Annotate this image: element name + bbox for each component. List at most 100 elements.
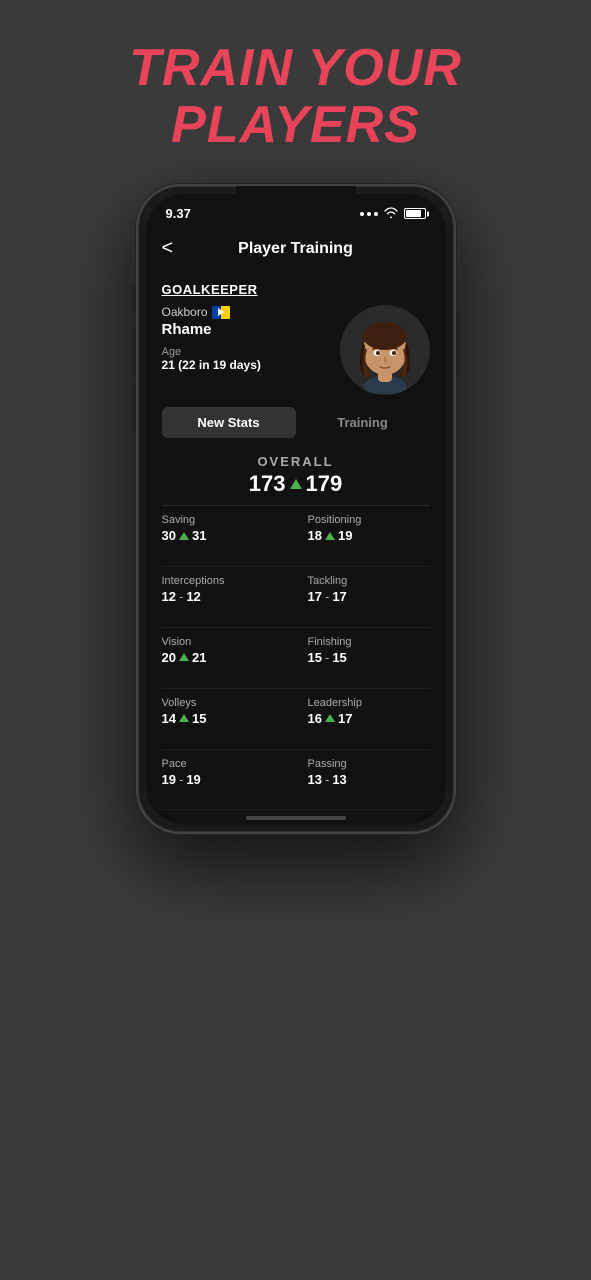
tab-new-stats[interactable]: New Stats: [162, 407, 296, 438]
status-icons: [360, 207, 426, 221]
headline: TRAIN YOUR PLAYERS: [129, 40, 462, 154]
signal-icon: [360, 212, 378, 216]
stat-up-arrow: [179, 532, 189, 540]
stat-values: 17 - 17: [308, 589, 422, 604]
notch: [236, 186, 356, 214]
stat-name: Interceptions: [162, 575, 288, 587]
home-bar: [246, 816, 346, 820]
stat-old: 19: [162, 772, 176, 787]
stat-values: 14 15: [162, 711, 288, 726]
phone-screen: 9.37: [146, 194, 446, 824]
stat-item: Passing 13 - 13: [296, 750, 430, 811]
stat-values: 12 - 12: [162, 589, 288, 604]
stat-name: Vision: [162, 636, 288, 648]
stat-old: 13: [308, 772, 322, 787]
stat-name: Pace: [162, 758, 288, 770]
player-section: GOALKEEPER Oakboro Rhame Age: [146, 272, 446, 395]
volume-up-button: [132, 329, 136, 374]
stat-new: 21: [192, 650, 206, 665]
stat-old: 12: [162, 589, 176, 604]
stat-new: 15: [332, 650, 346, 665]
stat-values: 30 31: [162, 528, 288, 543]
stat-old: 30: [162, 528, 176, 543]
stat-item: Saving 30 31: [162, 506, 296, 567]
stat-new: 17: [332, 589, 346, 604]
overall-old-value: 173: [249, 471, 286, 497]
stat-old: 16: [308, 711, 322, 726]
stat-name: Leadership: [308, 697, 422, 709]
stat-up-arrow: [179, 653, 189, 661]
stat-new: 15: [192, 711, 206, 726]
overall-section: OVERALL 173 179: [146, 446, 446, 505]
stat-separator: -: [325, 589, 329, 604]
stat-name: Tackling: [308, 575, 422, 587]
player-age-value: 21 (22 in 19 days): [162, 358, 340, 372]
stat-item: Tackling 17 - 17: [296, 567, 430, 628]
battery-icon: [404, 208, 426, 219]
player-avatar: [340, 305, 430, 395]
back-button[interactable]: <: [162, 233, 182, 264]
stat-new: 19: [338, 528, 352, 543]
stat-item: Interceptions 12 - 12: [162, 567, 296, 628]
status-time: 9.37: [166, 206, 191, 221]
stat-item: Positioning 18 19: [296, 506, 430, 567]
stat-item: Volleys 14 15: [162, 689, 296, 750]
stat-separator: -: [325, 650, 329, 665]
stat-item: Finishing 15 - 15: [296, 628, 430, 689]
stat-values: 13 - 13: [308, 772, 422, 787]
avatar-svg: [341, 306, 429, 394]
stat-separator: -: [179, 589, 183, 604]
mute-button: [132, 284, 136, 314]
stat-separator: -: [179, 772, 183, 787]
stat-new: 12: [186, 589, 200, 604]
stat-old: 17: [308, 589, 322, 604]
stat-item: Leadership 16 17: [296, 689, 430, 750]
stat-up-arrow: [325, 714, 335, 722]
stat-new: 19: [186, 772, 200, 787]
stat-old: 18: [308, 528, 322, 543]
flag-icon: [212, 306, 230, 319]
overall-up-arrow: [290, 479, 302, 489]
stat-values: 18 19: [308, 528, 422, 543]
stat-values: 19 - 19: [162, 772, 288, 787]
stat-up-arrow: [179, 714, 189, 722]
stat-separator: -: [325, 772, 329, 787]
player-position: GOALKEEPER: [162, 282, 430, 297]
stat-up-arrow: [325, 532, 335, 540]
stat-name: Passing: [308, 758, 422, 770]
stat-item: Pace 19 - 19: [162, 750, 296, 811]
tab-section: New Stats Training: [146, 395, 446, 446]
phone-wrapper: 9.37: [136, 184, 456, 834]
stat-values: 16 17: [308, 711, 422, 726]
overall-values: 173 179: [162, 471, 430, 497]
player-details: Oakboro Rhame Age 21 (22 in 19 days): [162, 305, 340, 372]
player-name: Rhame: [162, 321, 340, 338]
stat-values: 20 21: [162, 650, 288, 665]
wifi-icon: [384, 207, 398, 221]
home-indicator: [146, 810, 446, 824]
club-name: Oakboro: [162, 305, 208, 319]
stat-name: Volleys: [162, 697, 288, 709]
overall-new-value: 179: [306, 471, 343, 497]
stat-new: 31: [192, 528, 206, 543]
stat-old: 20: [162, 650, 176, 665]
volume-down-button: [132, 384, 136, 429]
stat-new: 13: [332, 772, 346, 787]
stat-values: 15 - 15: [308, 650, 422, 665]
phone-shell: 9.37: [136, 184, 456, 834]
tab-training[interactable]: Training: [296, 407, 430, 438]
stat-name: Positioning: [308, 514, 422, 526]
stat-item: Vision 20 21: [162, 628, 296, 689]
overall-label: OVERALL: [162, 454, 430, 469]
headline-line1: TRAIN YOUR: [129, 40, 462, 97]
stat-old: 15: [308, 650, 322, 665]
headline-line2: PLAYERS: [129, 97, 462, 154]
stats-grid: Saving 30 31 Positioning 18 19 Intercept…: [146, 506, 446, 810]
player-club: Oakboro: [162, 305, 340, 319]
nav-bar: < Player Training: [146, 227, 446, 272]
stat-old: 14: [162, 711, 176, 726]
stat-name: Finishing: [308, 636, 422, 648]
player-info-row: Oakboro Rhame Age 21 (22 in 19 days): [162, 305, 430, 395]
stat-new: 17: [338, 711, 352, 726]
nav-title: Player Training: [238, 240, 353, 258]
